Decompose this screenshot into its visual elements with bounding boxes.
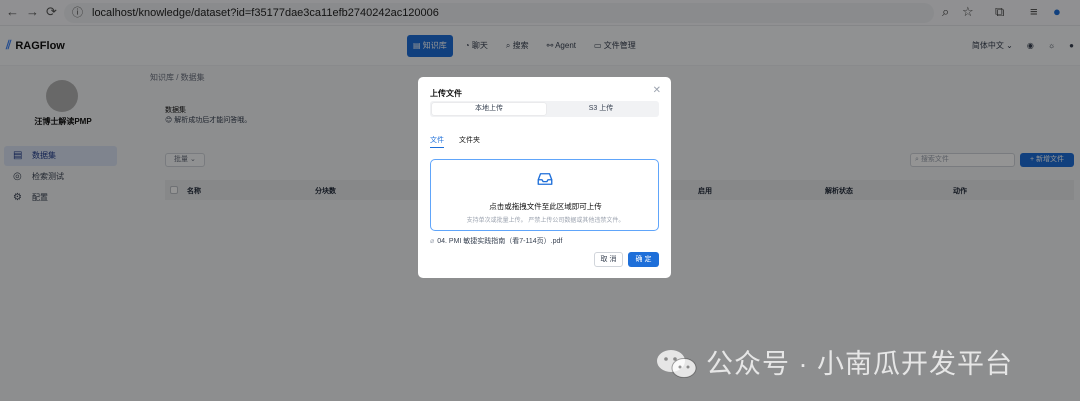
dropzone-title: 点击或拖拽文件至此区域即可上传 bbox=[489, 202, 602, 211]
confirm-button[interactable]: 确 定 bbox=[628, 252, 659, 267]
tab-file[interactable]: 文件 bbox=[430, 135, 444, 148]
paperclip-icon: ⌀ bbox=[430, 238, 435, 245]
watermark: 公众号 · 小南瓜开发平台 bbox=[656, 342, 1013, 381]
file-list-item[interactable]: ⌀ 04. PMI 敏捷实践指南（看7-114页）.pdf bbox=[430, 236, 562, 246]
segment-s3-upload[interactable]: S3 上传 bbox=[544, 103, 658, 115]
upload-source-switch: 本地上传 S3 上传 bbox=[430, 101, 659, 117]
segment-local-upload[interactable]: 本地上传 bbox=[432, 103, 546, 115]
file-name: 04. PMI 敏捷实践指南（看7-114页）.pdf bbox=[437, 238, 563, 245]
modal-title: 上传文件 bbox=[430, 89, 462, 98]
close-icon[interactable]: ✕ bbox=[653, 85, 661, 96]
upload-modal: 上传文件 ✕ 本地上传 S3 上传 文件 文件夹 点击或拖拽文件至此区域即可上传… bbox=[418, 77, 671, 278]
watermark-text: 公众号 · 小南瓜开发平台 bbox=[706, 349, 1013, 379]
tab-folder[interactable]: 文件夹 bbox=[459, 135, 480, 147]
inbox-icon bbox=[537, 173, 553, 185]
upload-dropzone[interactable]: 点击或拖拽文件至此区域即可上传 支持单次或批量上传。 严禁上传公司数据或其他违禁… bbox=[430, 159, 659, 231]
dropzone-hint: 支持单次或批量上传。 严禁上传公司数据或其他违禁文件。 bbox=[466, 218, 625, 224]
wechat-icon bbox=[657, 350, 697, 378]
cancel-button[interactable]: 取 消 bbox=[594, 252, 623, 267]
